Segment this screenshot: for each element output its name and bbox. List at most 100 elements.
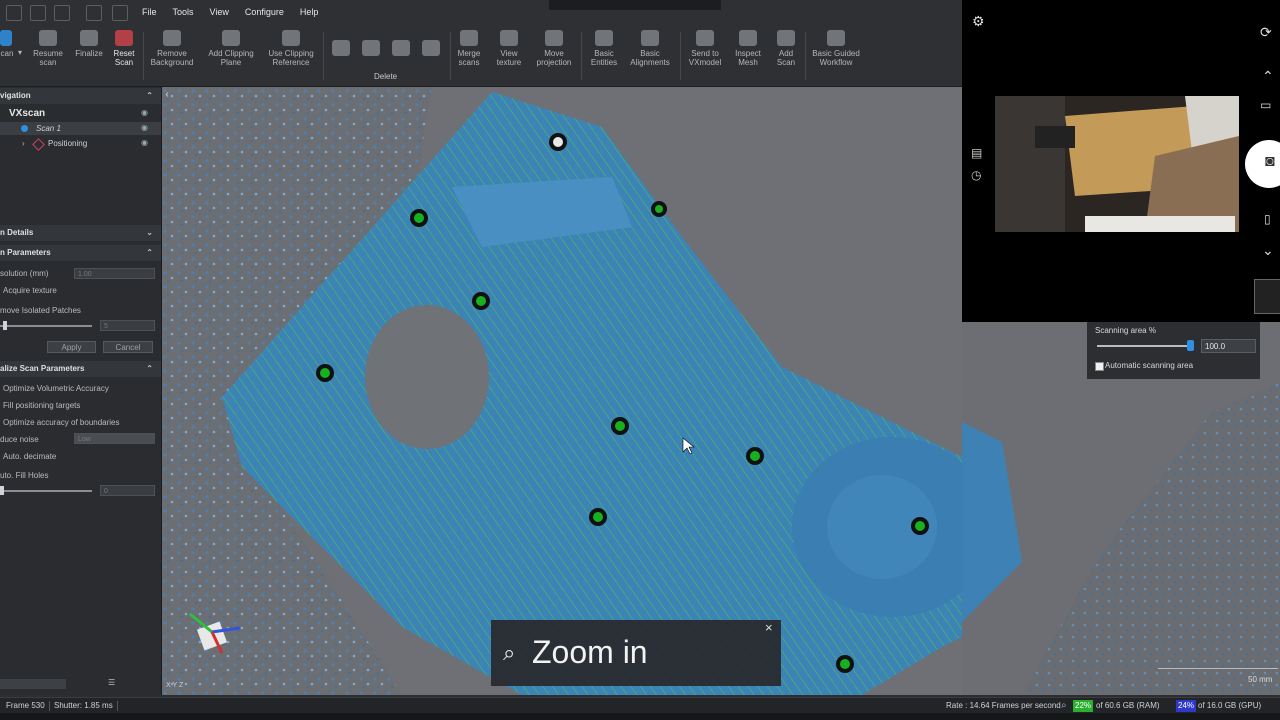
remove-background-button[interactable]: Remove Background — [146, 28, 198, 67]
reset-scan-button[interactable]: Reset Scan — [108, 28, 140, 67]
ribbon-divider — [581, 32, 582, 80]
panel-scrollbar[interactable] — [0, 679, 66, 689]
delete-tool-4[interactable] — [420, 38, 442, 59]
auto-fill-field[interactable]: 0 — [100, 485, 155, 496]
display-mode-icon[interactable]: ▤ — [971, 146, 982, 160]
slider-handle[interactable] — [3, 321, 7, 330]
add-clipping-plane-button[interactable]: Add Clipping Plane — [202, 28, 260, 67]
camera-feed — [995, 96, 1239, 232]
remove-isolated-field[interactable]: 5 — [100, 320, 155, 331]
inspect-mesh-button[interactable]: Inspect Mesh — [730, 28, 766, 67]
shutter-value: Shutter: 1.85 ms — [54, 701, 113, 710]
auto-decimate-option[interactable]: Auto. decimate — [3, 452, 56, 461]
scan-render — [162, 87, 962, 695]
chevron-down-icon[interactable]: ⌄ — [1262, 242, 1274, 259]
chevron-up-icon[interactable]: ⌃ — [1262, 68, 1274, 85]
tree-item-positioning[interactable]: › Positioning ◉ — [0, 137, 161, 151]
workflow-icon — [827, 30, 845, 46]
view-texture-button[interactable]: View texture — [492, 28, 526, 67]
automatic-area-checkbox[interactable] — [1095, 362, 1104, 371]
optimize-boundaries-option[interactable]: Optimize accuracy of boundaries — [3, 418, 120, 427]
finalize-parameters-header[interactable]: alize Scan Parameters ⌃ — [0, 361, 161, 377]
camera-switch-icon[interactable]: ⟳ — [1260, 24, 1272, 41]
menu-tools[interactable]: Tools — [173, 7, 194, 17]
menu-configure[interactable]: Configure — [245, 7, 284, 17]
video-icon[interactable]: ▭ — [1260, 98, 1271, 112]
scan-button[interactable]: can — [0, 28, 14, 58]
3d-viewport[interactable]: ‹ X Y Z — [162, 87, 962, 695]
scanning-area-slider[interactable] — [1097, 345, 1191, 347]
delete-tool-1[interactable] — [330, 38, 352, 59]
use-clipping-reference-button[interactable]: Use Clipping Reference — [264, 28, 318, 67]
add-scan-button[interactable]: Add Scan — [770, 28, 802, 67]
collapse-panel-arrow[interactable]: ‹ — [162, 89, 172, 103]
scan-dropdown-arrow[interactable]: ▾ — [14, 48, 26, 57]
move-projection-button[interactable]: Move projection — [532, 28, 576, 67]
merge-scans-button[interactable]: Merge scans — [452, 28, 486, 67]
use-clipping-reference-label: Use Clipping Reference — [268, 49, 314, 67]
close-icon[interactable]: × — [765, 620, 773, 635]
fill-targets-option[interactable]: Fill positioning targets — [3, 401, 80, 410]
send-to-vxmodel-label: Send to VXmodel — [688, 49, 722, 67]
add-scan-icon — [777, 30, 795, 46]
tree-root-row[interactable]: VXscan ◉ — [0, 107, 161, 121]
frame-rate: Rate : 14.64 Frames per second — [946, 701, 1061, 710]
reduce-noise-select[interactable]: Low — [74, 433, 155, 444]
basic-guided-workflow-button[interactable]: Basic Guided Workflow — [808, 28, 864, 67]
resume-scan-button[interactable]: Resume scan — [30, 28, 66, 67]
acquire-texture-label[interactable]: Acquire texture — [3, 286, 57, 295]
navigation-header[interactable]: vigation ⌃ — [0, 88, 161, 104]
optimize-volumetric-option[interactable]: Optimize Volumetric Accuracy — [3, 384, 109, 393]
list-view-icon[interactable]: ☰ — [108, 678, 115, 687]
redo-icon[interactable] — [112, 5, 128, 21]
navigation-header-label: vigation — [0, 91, 31, 100]
auto-fill-slider[interactable] — [0, 490, 92, 492]
finalize-button[interactable]: Finalize — [72, 28, 106, 58]
ram-usage-text: of 60.6 GB (RAM) — [1096, 701, 1160, 710]
send-to-vxmodel-button[interactable]: Send to VXmodel — [684, 28, 726, 67]
delete-tool-3[interactable] — [390, 38, 412, 59]
scan-dot-icon — [21, 125, 28, 132]
finalize-icon — [80, 30, 98, 46]
camera-icon: ◙ — [1265, 153, 1275, 170]
collapse-icon[interactable]: ⌃ — [146, 88, 153, 104]
cancel-button[interactable]: Cancel — [103, 341, 153, 353]
settings-gear-icon[interactable]: ⚙ — [972, 13, 985, 30]
collapse-icon[interactable]: ⌃ — [146, 361, 153, 377]
undo-icon[interactable] — [86, 5, 102, 21]
inspect-icon — [739, 30, 757, 46]
scan-parameters-header[interactable]: n Parameters ⌃ — [0, 245, 161, 261]
collapse-icon[interactable]: ⌃ — [146, 245, 153, 261]
capture-button[interactable]: ◙ — [1245, 140, 1280, 188]
frame-counter: Frame 530 — [6, 701, 45, 710]
slider-handle[interactable] — [1187, 340, 1194, 351]
search-icon[interactable]: ⌕ — [1061, 698, 1067, 714]
scanning-area-field[interactable]: 100.0 — [1201, 339, 1256, 353]
document-icon[interactable]: ▯ — [1264, 212, 1271, 226]
timer-icon[interactable]: ◷ — [971, 168, 981, 182]
menu-view[interactable]: View — [210, 7, 229, 17]
visibility-eye-icon[interactable]: ◉ — [141, 138, 148, 147]
last-capture-thumbnail[interactable] — [1254, 279, 1280, 314]
expand-icon[interactable]: ⌄ — [146, 225, 153, 241]
apply-button[interactable]: Apply — [47, 341, 96, 353]
zoom-magnifier-icon: ⌕ — [503, 640, 516, 665]
finalize-parameters-label: alize Scan Parameters — [0, 364, 85, 373]
scan-details-header[interactable]: n Details ⌄ — [0, 225, 161, 241]
new-file-icon[interactable] — [30, 5, 46, 21]
finalize-label: Finalize — [75, 49, 103, 58]
expand-arrow-icon[interactable]: › — [22, 139, 25, 148]
visibility-eye-icon[interactable]: ◉ — [141, 123, 148, 132]
slider-handle[interactable] — [0, 486, 4, 495]
visibility-eye-icon[interactable]: ◉ — [141, 108, 148, 117]
remove-isolated-slider[interactable] — [0, 325, 92, 327]
basic-entities-button[interactable]: Basic Entities — [584, 28, 624, 67]
tree-item-scan[interactable]: Scan 1 ◉ — [0, 122, 161, 135]
resolution-field[interactable]: 1.00 — [74, 268, 155, 279]
basic-alignments-button[interactable]: Basic Alignments — [626, 28, 674, 67]
quick-access-icon[interactable] — [6, 5, 22, 21]
delete-tool-2[interactable] — [360, 38, 382, 59]
menu-help[interactable]: Help — [300, 7, 319, 17]
menu-file[interactable]: File — [142, 7, 157, 17]
save-icon[interactable] — [54, 5, 70, 21]
